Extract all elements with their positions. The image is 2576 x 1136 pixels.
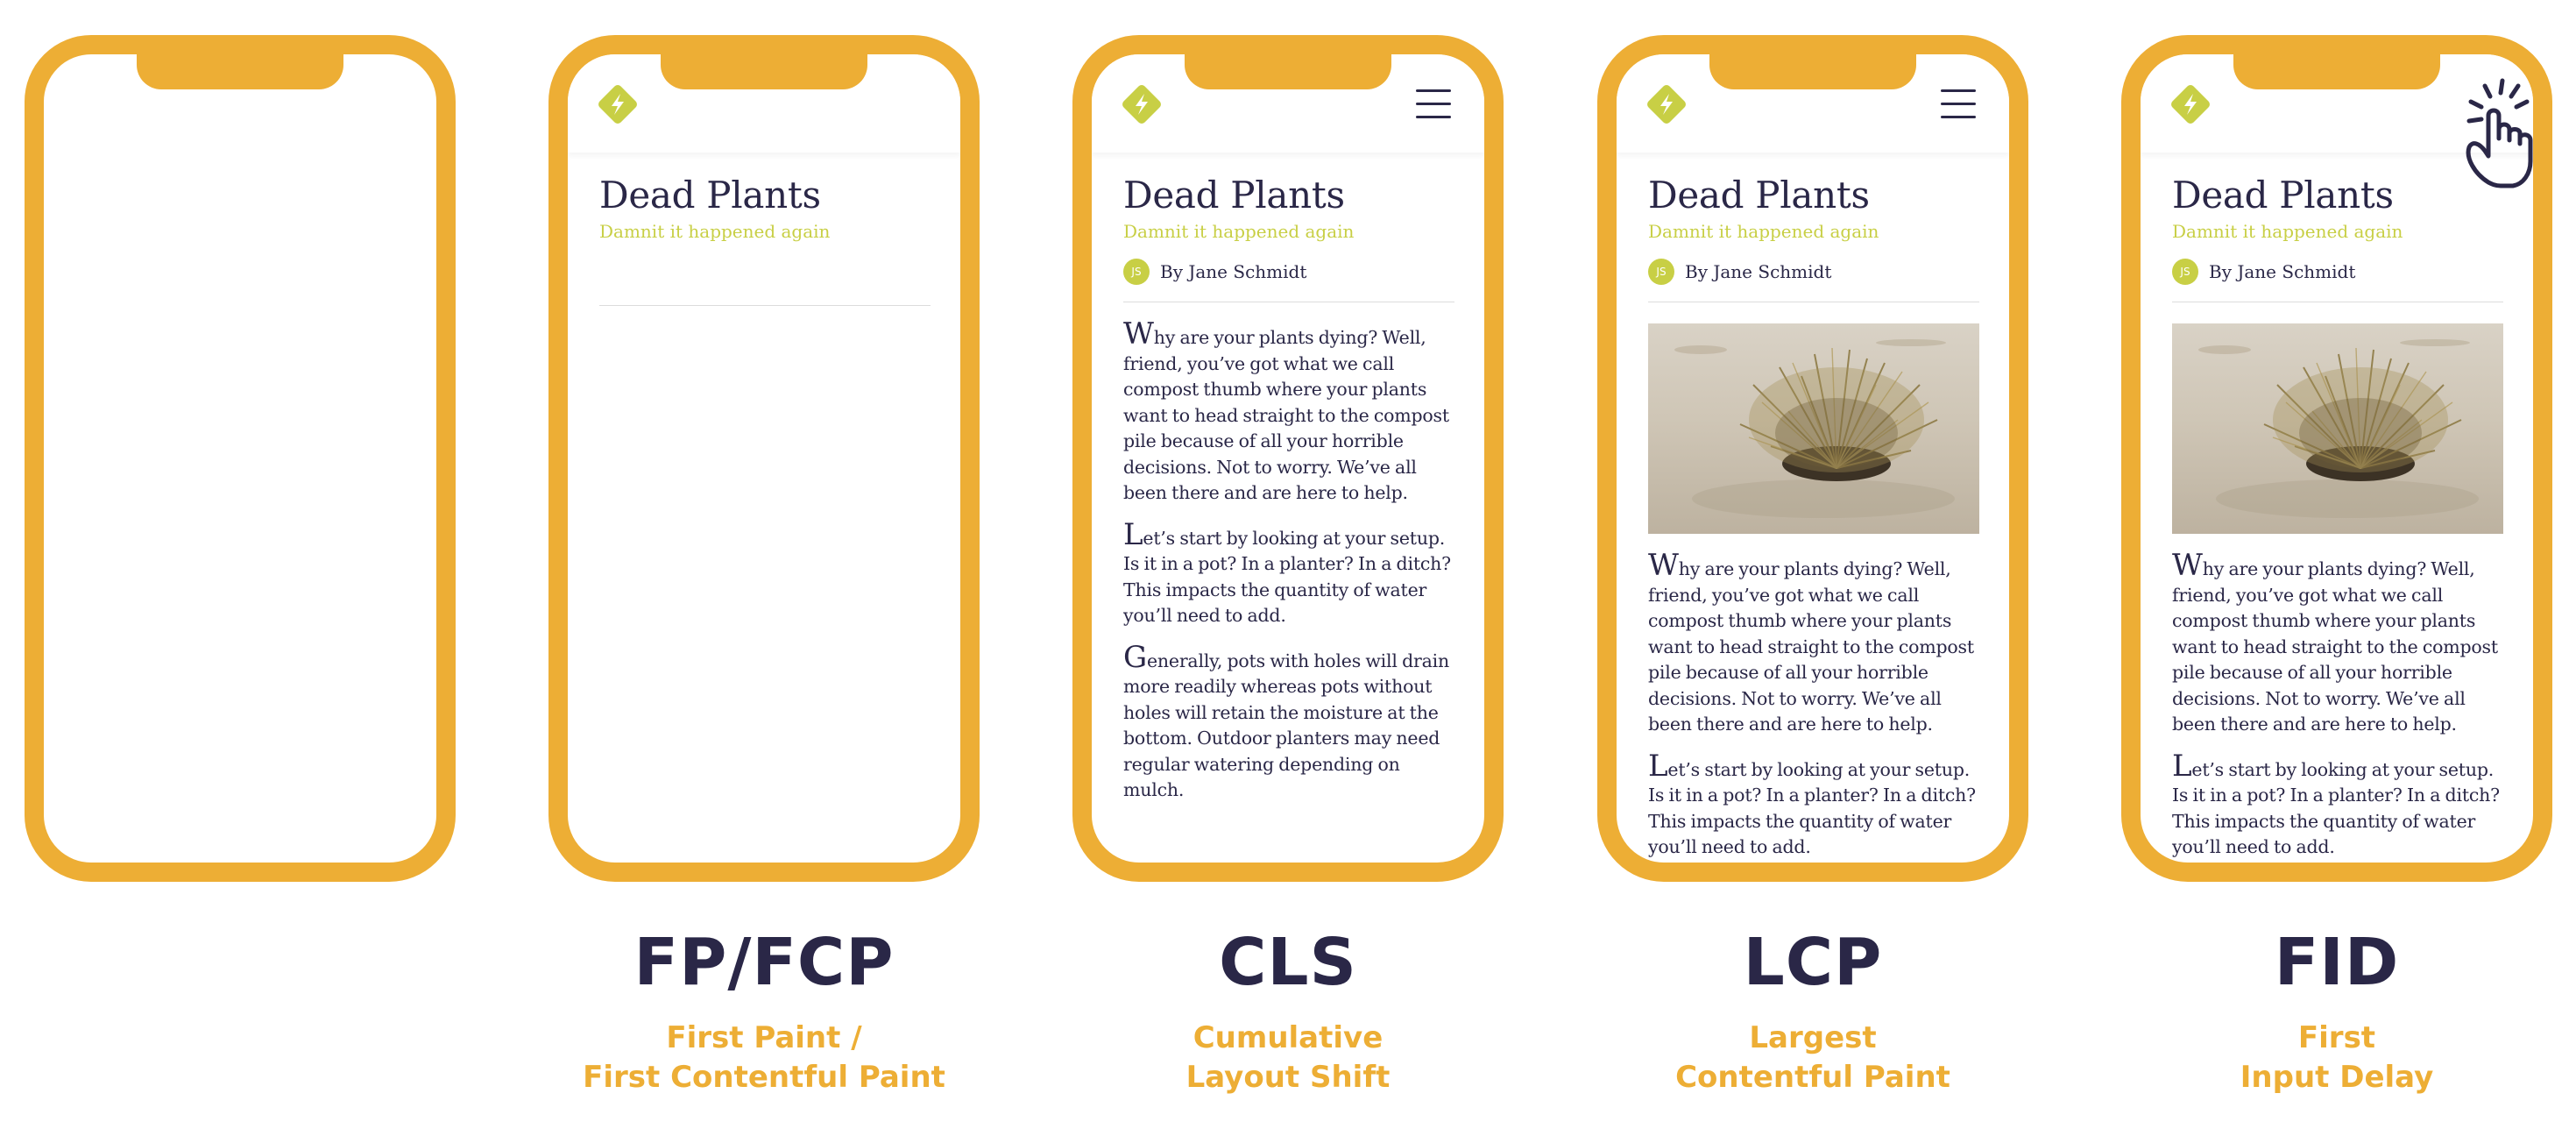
drop-cap: W [1648, 548, 1679, 583]
tapping-hand-icon [2450, 77, 2552, 193]
phone-blank [25, 35, 456, 882]
dead-plant-photo [1648, 323, 1979, 534]
avatar: JS [1123, 259, 1150, 285]
paragraph-text: enerally, pots with holes will drain mor… [1123, 650, 1449, 801]
paragraph: Why are your plants dying? Well, friend,… [2172, 550, 2503, 738]
stage-name-line: Layout Shift [1185, 1060, 1391, 1095]
lightning-diamond-icon[interactable] [1118, 81, 1165, 128]
paragraph-text: hy are your plants dying? Well, friend, … [2172, 558, 2498, 735]
dead-plant-photo [2172, 323, 2503, 534]
stage-abbr-fp-fcp: FP/FCP [633, 925, 895, 1000]
stage-name-line: Contentful Paint [1675, 1060, 1950, 1095]
paragraph: Let’s start by looking at your setup. Is… [1648, 751, 1979, 861]
article-title: Dead Plants [1123, 174, 1345, 217]
byline: JS By Jane Schmidt [1123, 258, 1454, 286]
stage-name-line: First Contentful Paint [583, 1060, 945, 1095]
stage-name-line: First Paint / [666, 1020, 862, 1055]
stage-abbr-lcp: LCP [1743, 925, 1883, 1000]
avatar: JS [1648, 259, 1674, 285]
paragraph-text: hy are your plants dying? Well, friend, … [1648, 558, 1974, 735]
phone-notch [1709, 54, 1916, 89]
article: Dead Plants Damnit it happened again JS … [1648, 172, 1979, 863]
article-subtitle: Damnit it happened again [1648, 221, 1879, 242]
drop-cap: L [1123, 516, 1143, 552]
lightning-diamond-icon[interactable] [1643, 81, 1690, 128]
stage-name-cls: Cumulative Layout Shift [1072, 1019, 1504, 1097]
stage-name-line: Input Delay [2240, 1060, 2434, 1095]
article-title: Dead Plants [1648, 174, 1870, 217]
hamburger-menu-icon[interactable] [1416, 89, 1451, 119]
drop-cap: W [1123, 316, 1154, 351]
lightning-diamond-icon[interactable] [594, 81, 641, 128]
byline: JS By Jane Schmidt [1648, 258, 1979, 286]
phone-cls: Dead Plants Damnit it happened again JS … [1072, 35, 1504, 882]
paragraph-text: hy are your plants dying? Well, friend, … [1123, 327, 1449, 503]
paragraph: Why are your plants dying? Well, friend,… [1123, 319, 1454, 507]
article: Dead Plants Damnit it happened again JS … [2172, 172, 2503, 863]
stage-name-lcp: Largest Contentful Paint [1597, 1019, 2028, 1097]
hamburger-menu-icon[interactable] [1941, 89, 1976, 119]
drop-cap: L [2172, 748, 2192, 784]
paragraph: Generally, pots with holes will drain mo… [1123, 643, 1454, 804]
phone-notch [137, 54, 343, 89]
phone-notch [661, 54, 867, 89]
lightning-diamond-icon[interactable] [2167, 81, 2214, 128]
paragraph: Let’s start by looking at your setup. Is… [2172, 751, 2503, 861]
stage-name-fid: First Input Delay [2121, 1019, 2552, 1097]
paragraph-text: et’s start by looking at your setup. Is … [1123, 527, 1451, 627]
phone-notch [1185, 54, 1391, 89]
paragraph: Why are your plants dying? Well, friend,… [1648, 550, 1979, 738]
byline: JS By Jane Schmidt [2172, 258, 2503, 286]
stage-abbr-fid: FID [2274, 925, 2400, 1000]
stage-name-line: Cumulative [1192, 1020, 1384, 1055]
drop-cap: W [2172, 548, 2203, 583]
article: Dead Plants Damnit it happened again JS … [1123, 172, 1454, 823]
author-name: By Jane Schmidt [2209, 261, 2356, 282]
phone-fp-fcp: Dead Plants Damnit it happened again [548, 35, 980, 882]
article-subtitle: Damnit it happened again [599, 221, 831, 242]
divider [599, 305, 931, 306]
phone-lcp: Dead Plants Damnit it happened again JS … [1597, 35, 2028, 882]
drop-cap: L [1648, 748, 1668, 784]
stage-name-line: Largest [1749, 1020, 1877, 1055]
drop-cap: G [1123, 639, 1147, 675]
author-name: By Jane Schmidt [1685, 261, 1832, 282]
author-name: By Jane Schmidt [1160, 261, 1307, 282]
phone-fid: Dead Plants Damnit it happened again JS … [2121, 35, 2552, 882]
stage-abbr-cls: CLS [1219, 925, 1357, 1000]
paragraph-text: et’s start by looking at your setup. Is … [2172, 758, 2500, 858]
stage-name-line: First [2297, 1020, 2376, 1055]
stage-name-fp-fcp: First Paint / First Contentful Paint [548, 1019, 980, 1097]
article-subtitle: Damnit it happened again [1123, 221, 1355, 242]
article-title: Dead Plants [599, 174, 821, 217]
phone-notch [2233, 54, 2440, 89]
paragraph-text: et’s start by looking at your setup. Is … [1648, 758, 1976, 858]
avatar: JS [2172, 259, 2198, 285]
article-subtitle: Damnit it happened again [2172, 221, 2403, 242]
paragraph: Let’s start by looking at your setup. Is… [1123, 520, 1454, 629]
article: Dead Plants Damnit it happened again [599, 172, 931, 306]
